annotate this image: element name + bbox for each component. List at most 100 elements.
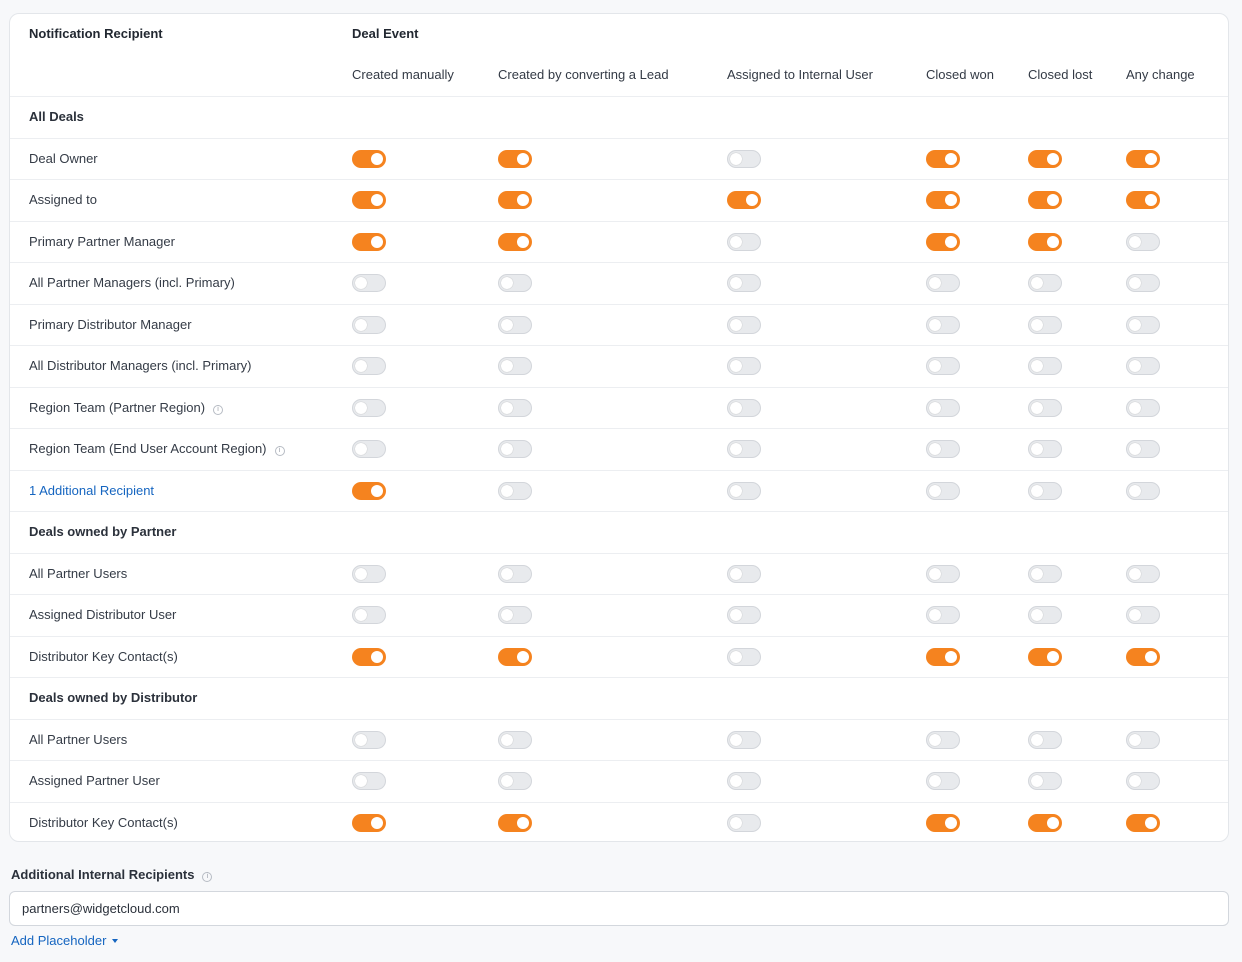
toggle-switch[interactable] bbox=[498, 274, 532, 292]
toggle-switch[interactable] bbox=[926, 564, 960, 583]
toggle-switch[interactable] bbox=[926, 315, 960, 334]
toggle-switch[interactable] bbox=[1028, 232, 1062, 251]
toggle-switch[interactable] bbox=[727, 730, 761, 749]
column-any-change: Any change bbox=[1126, 67, 1195, 82]
toggle-switch[interactable] bbox=[926, 772, 960, 790]
toggle-switch[interactable] bbox=[1126, 813, 1160, 832]
toggle-switch[interactable] bbox=[498, 315, 532, 334]
toggle-switch[interactable] bbox=[1126, 564, 1160, 583]
toggle-switch[interactable] bbox=[352, 232, 386, 251]
toggle-switch[interactable] bbox=[1028, 647, 1062, 666]
toggle-knob bbox=[355, 567, 367, 580]
toggle-switch[interactable] bbox=[498, 481, 532, 500]
toggle-switch[interactable] bbox=[498, 606, 532, 624]
toggle-switch[interactable] bbox=[1126, 647, 1160, 666]
toggle-switch[interactable] bbox=[1126, 730, 1160, 749]
toggle-switch[interactable] bbox=[926, 481, 960, 500]
toggle-knob bbox=[1129, 443, 1141, 455]
toggle-switch[interactable] bbox=[727, 149, 761, 168]
toggle-switch[interactable] bbox=[498, 191, 532, 209]
toggle-switch[interactable] bbox=[352, 191, 386, 209]
toggle-switch[interactable] bbox=[1028, 274, 1062, 292]
toggle-switch[interactable] bbox=[1028, 440, 1062, 458]
toggle-switch[interactable] bbox=[498, 647, 532, 666]
toggle-switch[interactable] bbox=[1126, 606, 1160, 624]
toggle-switch[interactable] bbox=[352, 730, 386, 749]
toggle-switch[interactable] bbox=[727, 440, 761, 458]
toggle-switch[interactable] bbox=[1028, 813, 1062, 832]
toggle-switch[interactable] bbox=[352, 772, 386, 790]
toggle-switch[interactable] bbox=[926, 274, 960, 292]
toggle-switch[interactable] bbox=[498, 564, 532, 583]
toggle-switch[interactable] bbox=[727, 813, 761, 832]
toggle-switch[interactable] bbox=[1126, 149, 1160, 168]
toggle-switch[interactable] bbox=[1028, 730, 1062, 749]
section-label: Deals owned by Partner bbox=[29, 524, 177, 539]
toggle-switch[interactable] bbox=[352, 481, 386, 500]
toggle-switch[interactable] bbox=[727, 191, 761, 209]
toggle-switch[interactable] bbox=[1028, 357, 1062, 375]
toggle-switch[interactable] bbox=[1028, 398, 1062, 417]
additional-recipient-link[interactable]: 1 Additional Recipient bbox=[29, 483, 154, 498]
toggle-switch[interactable] bbox=[1028, 191, 1062, 209]
section-header-row: All Deals bbox=[10, 96, 1228, 138]
toggle-switch[interactable] bbox=[1126, 357, 1160, 375]
toggle-switch[interactable] bbox=[1126, 191, 1160, 209]
toggle-switch[interactable] bbox=[926, 606, 960, 624]
toggle-switch[interactable] bbox=[727, 274, 761, 292]
toggle-switch[interactable] bbox=[1126, 772, 1160, 790]
toggle-switch[interactable] bbox=[926, 813, 960, 832]
toggle-switch[interactable] bbox=[727, 606, 761, 624]
toggle-switch[interactable] bbox=[926, 357, 960, 375]
toggle-switch[interactable] bbox=[1126, 315, 1160, 334]
toggle-switch[interactable] bbox=[926, 149, 960, 168]
toggle-switch[interactable] bbox=[727, 357, 761, 375]
toggle-switch[interactable] bbox=[498, 772, 532, 790]
toggle-switch[interactable] bbox=[926, 398, 960, 417]
toggle-switch[interactable] bbox=[1028, 149, 1062, 168]
toggle-knob bbox=[929, 360, 941, 372]
toggle-switch[interactable] bbox=[352, 357, 386, 375]
toggle-switch[interactable] bbox=[498, 149, 532, 168]
toggle-switch[interactable] bbox=[352, 440, 386, 458]
toggle-switch[interactable] bbox=[1126, 398, 1160, 417]
toggle-switch[interactable] bbox=[352, 813, 386, 832]
toggle-switch[interactable] bbox=[727, 315, 761, 334]
toggle-switch[interactable] bbox=[498, 232, 532, 251]
toggle-switch[interactable] bbox=[727, 398, 761, 417]
toggle-switch[interactable] bbox=[352, 315, 386, 334]
toggle-switch[interactable] bbox=[498, 357, 532, 375]
toggle-switch[interactable] bbox=[727, 772, 761, 790]
add-placeholder-dropdown[interactable]: Add Placeholder bbox=[11, 933, 119, 948]
toggle-switch[interactable] bbox=[727, 481, 761, 500]
toggle-switch[interactable] bbox=[498, 440, 532, 458]
toggle-switch[interactable] bbox=[352, 564, 386, 583]
toggle-switch[interactable] bbox=[1028, 481, 1062, 500]
toggle-switch[interactable] bbox=[1028, 772, 1062, 790]
toggle-switch[interactable] bbox=[727, 647, 761, 666]
toggle-knob bbox=[730, 277, 742, 289]
toggle-switch[interactable] bbox=[1126, 481, 1160, 500]
toggle-switch[interactable] bbox=[352, 398, 386, 417]
toggle-switch[interactable] bbox=[498, 398, 532, 417]
toggle-switch[interactable] bbox=[1126, 274, 1160, 292]
toggle-switch[interactable] bbox=[1126, 232, 1160, 251]
toggle-switch[interactable] bbox=[727, 564, 761, 583]
toggle-switch[interactable] bbox=[352, 606, 386, 624]
toggle-switch[interactable] bbox=[926, 191, 960, 209]
toggle-switch[interactable] bbox=[1028, 315, 1062, 334]
toggle-switch[interactable] bbox=[727, 232, 761, 251]
toggle-switch[interactable] bbox=[498, 813, 532, 832]
toggle-switch[interactable] bbox=[1028, 606, 1062, 624]
toggle-switch[interactable] bbox=[352, 274, 386, 292]
toggle-switch[interactable] bbox=[498, 730, 532, 749]
toggle-switch[interactable] bbox=[926, 647, 960, 666]
toggle-switch[interactable] bbox=[352, 647, 386, 666]
toggle-switch[interactable] bbox=[1028, 564, 1062, 583]
additional-recipients-input[interactable] bbox=[9, 891, 1229, 926]
toggle-switch[interactable] bbox=[352, 149, 386, 168]
toggle-switch[interactable] bbox=[926, 730, 960, 749]
toggle-switch[interactable] bbox=[926, 232, 960, 251]
toggle-switch[interactable] bbox=[1126, 440, 1160, 458]
toggle-switch[interactable] bbox=[926, 440, 960, 458]
